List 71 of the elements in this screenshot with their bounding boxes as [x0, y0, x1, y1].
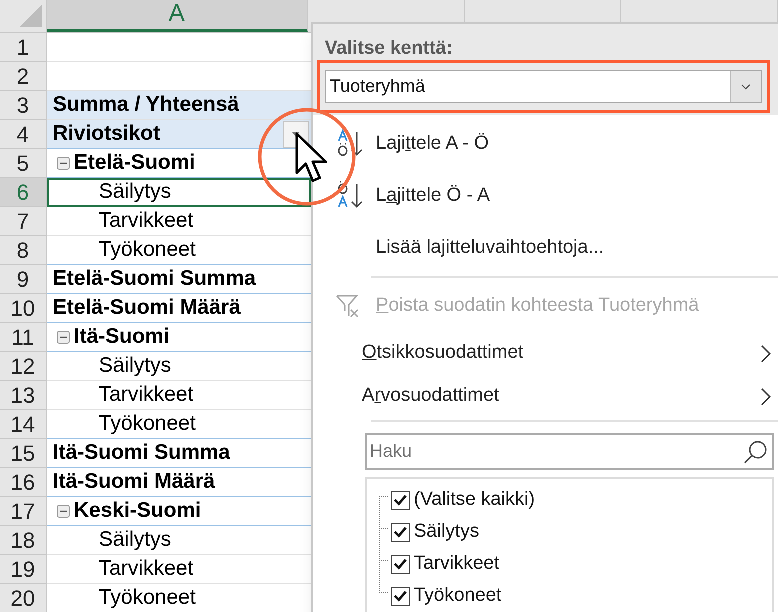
- row-number[interactable]: 6: [0, 178, 47, 207]
- row-number[interactable]: 2: [0, 62, 47, 91]
- item-label: Säilytys: [98, 527, 172, 554]
- field-label: Valitse kenttä:: [324, 38, 454, 60]
- row-number[interactable]: 15: [0, 439, 47, 468]
- header-label: Riviotsikot: [52, 121, 160, 148]
- row-number[interactable]: 9: [0, 265, 47, 294]
- row-number[interactable]: 5: [0, 149, 47, 178]
- menu-item-label: Poista suodatin kohteesta Tuoteryhmä: [376, 294, 700, 316]
- search-box[interactable]: Haku: [365, 433, 774, 470]
- chevron-right-icon: [760, 386, 772, 406]
- row-number[interactable]: 8: [0, 236, 47, 265]
- row-number[interactable]: 17: [0, 497, 47, 526]
- item-label: Säilytys: [98, 353, 172, 380]
- menu-item[interactable]: Otsikkosuodattimet: [313, 332, 778, 375]
- value-label: Säilytys: [414, 520, 480, 544]
- menu-item-label: Arvosuodattimet: [362, 385, 500, 406]
- header-label: Summa / Yhteensä: [52, 92, 240, 118]
- chevron-down-icon: [741, 84, 751, 90]
- value-label: (Valitse kaikki): [414, 488, 536, 512]
- checkbox[interactable]: [391, 554, 410, 574]
- item-label: Tarvikkeet: [98, 556, 194, 582]
- total-label: Etelä-Suomi Summa: [52, 266, 256, 292]
- menu-item-label: Lajittele Ö - A: [376, 184, 490, 206]
- row-number[interactable]: 13: [0, 381, 47, 410]
- item-label: Työkoneet: [98, 411, 196, 438]
- clear-filter-icon: [335, 293, 361, 319]
- item-label: Työkoneet: [98, 585, 196, 612]
- row-number[interactable]: 14: [0, 410, 47, 439]
- item-label: Säilytys: [98, 179, 172, 206]
- collapse-icon[interactable]: [57, 504, 70, 518]
- column-header[interactable]: A: [46, 0, 308, 32]
- row-number[interactable]: 16: [0, 468, 47, 497]
- menu-item[interactable]: Lisää lajitteluvaihtoehtoja...: [313, 222, 778, 274]
- row-number[interactable]: 3: [0, 91, 47, 120]
- row-number[interactable]: 7: [0, 207, 47, 236]
- row-number[interactable]: 1: [0, 33, 47, 62]
- chevron-right-icon: [760, 344, 772, 364]
- item-label: Tarvikkeet: [98, 382, 194, 408]
- field-value: Tuoteryhmä: [329, 75, 426, 98]
- collapse-icon[interactable]: [57, 330, 70, 344]
- checkbox[interactable]: [391, 490, 410, 510]
- total-label: Itä-Suomi Määrä: [52, 469, 216, 496]
- collapse-icon[interactable]: [57, 156, 70, 170]
- value-label: Tarvikkeet: [414, 552, 500, 576]
- checkbox[interactable]: [391, 522, 410, 542]
- menu-item-label: Otsikkosuodattimet: [362, 342, 524, 364]
- row-number[interactable]: 18: [0, 526, 47, 555]
- value-label: Työkoneet: [414, 584, 502, 608]
- field-dropdown[interactable]: Tuoteryhmä: [325, 70, 762, 103]
- menu-item-label: Lisää lajitteluvaihtoehtoja...: [376, 236, 604, 258]
- group-label: Itä-Suomi: [74, 324, 170, 350]
- group-label: Keski-Suomi: [74, 498, 202, 524]
- row-number[interactable]: 19: [0, 555, 47, 584]
- checkbox[interactable]: [391, 586, 410, 606]
- menu-item[interactable]: Arvosuodattimet: [313, 375, 778, 418]
- menu-item-label: Lajittele A - Ö: [376, 132, 490, 154]
- menu-item[interactable]: Lajittele Ö - A: [313, 170, 778, 222]
- row-number[interactable]: 11: [0, 323, 47, 352]
- row-number[interactable]: 20: [0, 584, 47, 612]
- menu-item[interactable]: Lajittele A - Ö: [313, 118, 778, 170]
- total-label: Etelä-Suomi Määrä: [52, 295, 241, 322]
- group-label: Etelä-Suomi: [74, 150, 196, 176]
- row-number[interactable]: 4: [0, 120, 47, 149]
- search-icon: [743, 438, 769, 464]
- row-number[interactable]: 10: [0, 294, 47, 323]
- row-number[interactable]: 12: [0, 352, 47, 381]
- total-label: Itä-Suomi Summa: [52, 440, 230, 466]
- item-label: Työkoneet: [98, 237, 196, 264]
- search-field[interactable]: Haku: [370, 438, 743, 465]
- item-label: Tarvikkeet: [98, 208, 194, 234]
